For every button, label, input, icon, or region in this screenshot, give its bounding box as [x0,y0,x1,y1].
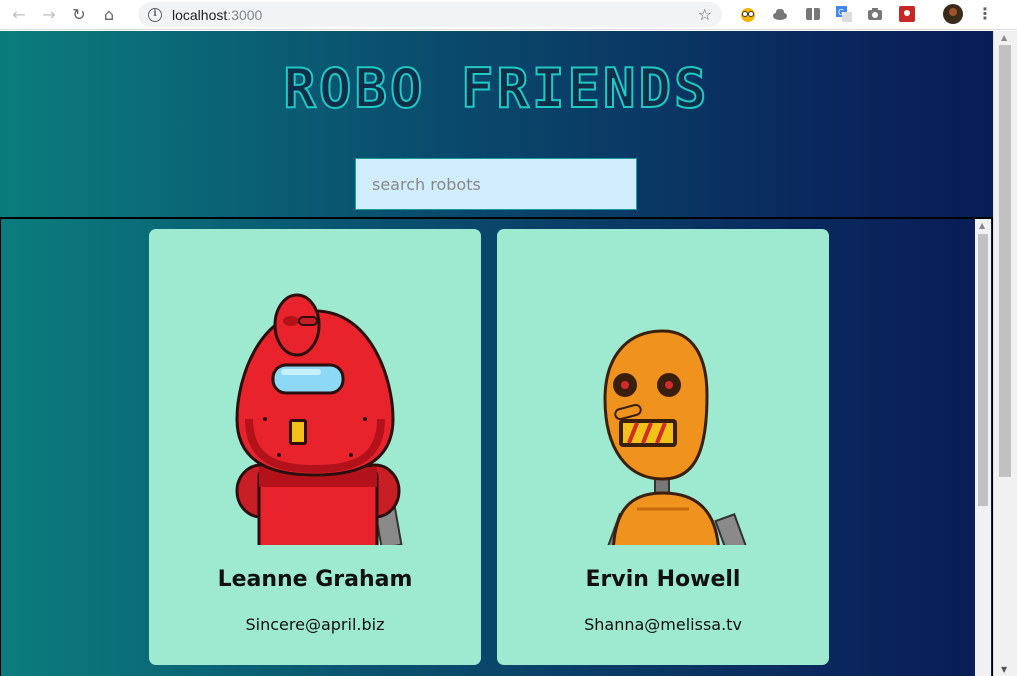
robot-image [149,229,481,545]
reload-icon[interactable]: ↻ [64,0,94,30]
profile-avatar-icon[interactable] [943,4,963,24]
robot-email: Sincere@april.biz [245,615,385,634]
robot-email: Shanna@melissa.tv [584,615,742,634]
card-list-scrollbar[interactable]: ▲ [975,219,991,676]
site-info-icon[interactable]: i [148,7,162,22]
scroll-down-arrow-icon[interactable]: ▼ [1001,665,1007,674]
camera-icon[interactable] [865,4,885,24]
url-text: localhost:3000 [172,7,262,23]
url-port: :3000 [227,6,263,23]
page-title: ROBO FRIENDS [282,57,710,120]
page-viewport: ROBO FRIENDS search robots Leanne Graham… [0,31,993,676]
extension-icon[interactable] [897,4,917,24]
scroll-up-arrow-icon[interactable]: ▲ [1001,33,1007,42]
browser-toolbar: ← → ↻ ⌂ i localhost:3000 ☆ G ⋮ [0,0,1017,30]
browser-menu-icon[interactable]: ⋮ [977,4,993,23]
svg-text:G: G [838,8,844,17]
search-input[interactable] [355,158,637,210]
scrollbar-thumb[interactable] [999,45,1011,477]
forward-icon[interactable]: → [34,0,64,30]
address-bar[interactable]: i localhost:3000 ☆ [138,2,722,27]
extension-icon[interactable] [770,4,790,24]
translate-icon[interactable]: G [834,4,854,24]
page-scrollbar[interactable]: ▲ ▼ [993,31,1017,676]
robot-image [497,229,829,545]
robot-name: Leanne Graham [217,567,413,592]
extension-icon[interactable] [738,4,758,24]
bookmark-star-icon[interactable]: ☆ [698,5,712,24]
extension-icon[interactable] [803,4,823,24]
back-icon[interactable]: ← [4,0,34,30]
robot-card: Ervin Howell Shanna@melissa.tv [497,229,829,665]
robot-card: Leanne Graham Sincere@april.biz [149,229,481,665]
robot-name: Ervin Howell [585,567,741,592]
url-host: localhost [172,6,228,23]
scroll-up-arrow-icon[interactable]: ▲ [979,221,985,230]
scrollbar-thumb[interactable] [978,234,988,506]
card-list-scroll-container[interactable]: Leanne Graham Sincere@april.biz Ervin Ho… [0,217,993,676]
home-icon[interactable]: ⌂ [94,0,124,30]
